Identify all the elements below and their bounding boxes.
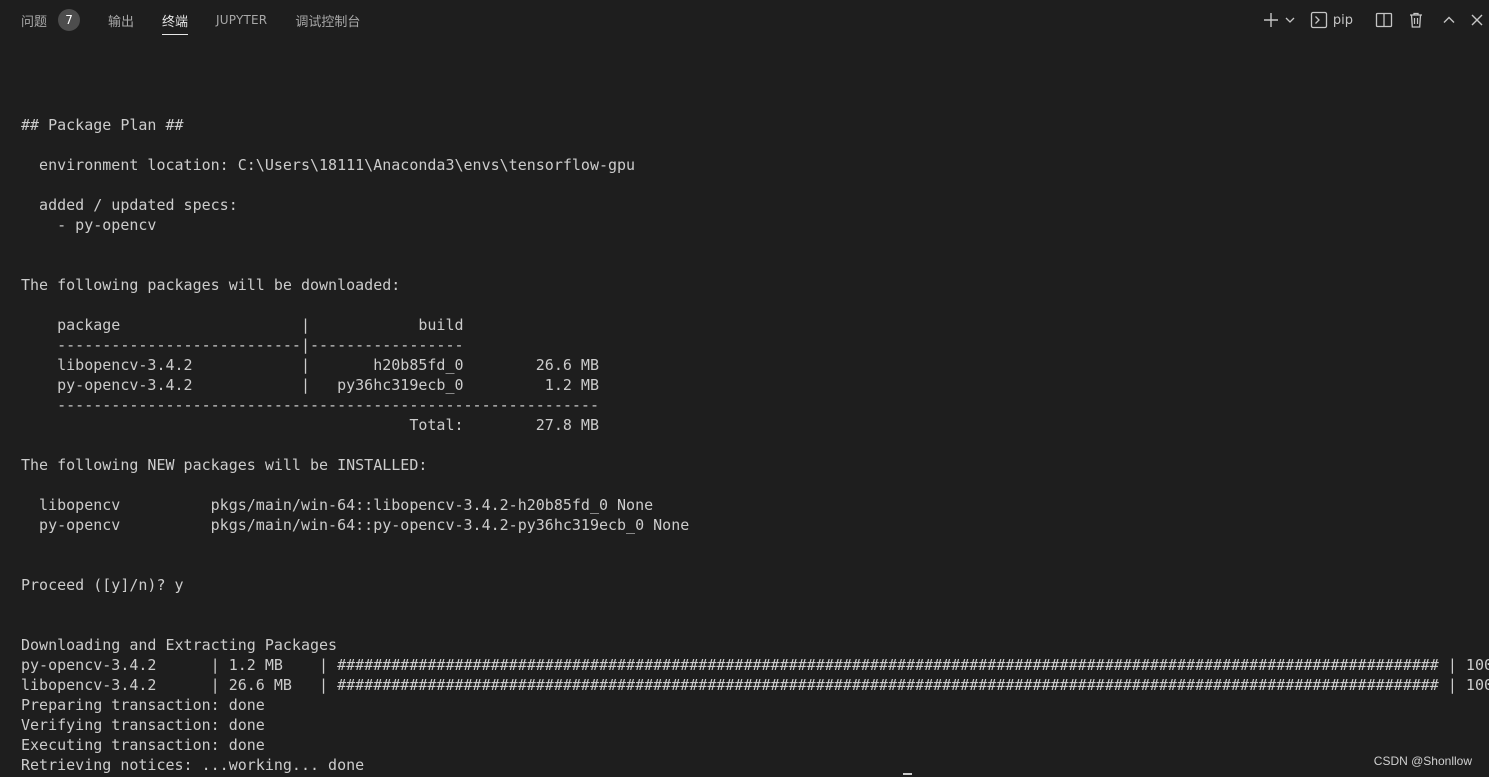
- panel-actions: pip: [1262, 0, 1489, 40]
- terminal-panel: 问题 7 输出 终端 JUPYTER 调试控制台 pip ## Package …: [0, 0, 1489, 777]
- panel-tabs: 问题 7 输出 终端 JUPYTER 调试控制台: [21, 0, 388, 40]
- terminal-line: Preparing transaction: done: [21, 696, 265, 714]
- terminal-line: environment location: C:\Users\18111\Ana…: [21, 156, 636, 174]
- watermark: CSDN @Shonllow: [1373, 754, 1472, 768]
- tab-output[interactable]: 输出: [108, 0, 134, 40]
- terminal-line: Retrieving notices: ...working... done: [21, 756, 365, 774]
- terminal-line: Proceed ([y]/n)? y: [21, 576, 184, 594]
- terminal-line: Executing transaction: done: [21, 736, 265, 754]
- tab-label: 问题: [21, 14, 48, 30]
- terminal-line: libopencv-3.4.2 | 26.6 MB | ############…: [21, 676, 1489, 694]
- terminal-line: added / updated specs:: [21, 196, 238, 214]
- tab-debug-console[interactable]: 调试控制台: [295, 0, 360, 40]
- problems-count-badge: 7: [58, 9, 81, 31]
- chevron-down-icon[interactable]: [1284, 8, 1296, 32]
- terminal-line: - py-opencv: [21, 216, 157, 234]
- close-icon[interactable]: [1469, 8, 1485, 32]
- terminal-line: libopencv pkgs/main/win-64::libopencv-3.…: [21, 496, 654, 514]
- terminal-line: Downloading and Extracting Packages: [21, 636, 338, 654]
- terminal-line: Total: 27.8 MB: [21, 416, 599, 434]
- terminal-line: ## Package Plan ##: [21, 116, 184, 134]
- terminal-profile-button[interactable]: pip: [1310, 8, 1353, 32]
- terminal-line: py-opencv-3.4.2 | py36hc319ecb_0 1.2 MB: [21, 376, 599, 394]
- terminal-line: The following packages will be downloade…: [21, 276, 401, 294]
- tab-label: JUPYTER: [216, 13, 268, 27]
- tab-label: 调试控制台: [295, 14, 361, 30]
- terminal-line: ---------------------------|------------…: [21, 336, 464, 354]
- tab-terminal[interactable]: 终端: [162, 0, 189, 40]
- panel-tab-bar: 问题 7 输出 终端 JUPYTER 调试控制台 pip: [0, 0, 1489, 40]
- tab-label: 输出: [108, 14, 135, 30]
- terminal-line: libopencv-3.4.2 | h20b85fd_0 26.6 MB: [21, 356, 599, 374]
- terminal-line: py-opencv-3.4.2 | 1.2 MB | #############…: [21, 656, 1489, 674]
- terminal-line: py-opencv pkgs/main/win-64::py-opencv-3.…: [21, 516, 690, 534]
- tab-problems[interactable]: 问题 7: [21, 0, 81, 40]
- terminal-profile-label: pip: [1332, 12, 1353, 28]
- trash-icon[interactable]: [1407, 8, 1425, 32]
- terminal-line: Verifying transaction: done: [21, 716, 265, 734]
- terminal-output[interactable]: ## Package Plan ## environment location:…: [21, 55, 1489, 775]
- terminal-cursor: [903, 773, 912, 775]
- plus-icon[interactable]: [1262, 8, 1280, 32]
- terminal-line: package | build: [21, 316, 464, 334]
- split-icon[interactable]: [1375, 8, 1393, 32]
- chevron-up-icon[interactable]: [1441, 8, 1457, 32]
- tab-label: 终端: [162, 14, 189, 30]
- terminal-line: The following NEW packages will be INSTA…: [21, 456, 428, 474]
- terminal-line: ----------------------------------------…: [21, 396, 599, 414]
- terminal-icon: [1310, 11, 1328, 29]
- tab-jupyter[interactable]: JUPYTER: [216, 0, 267, 40]
